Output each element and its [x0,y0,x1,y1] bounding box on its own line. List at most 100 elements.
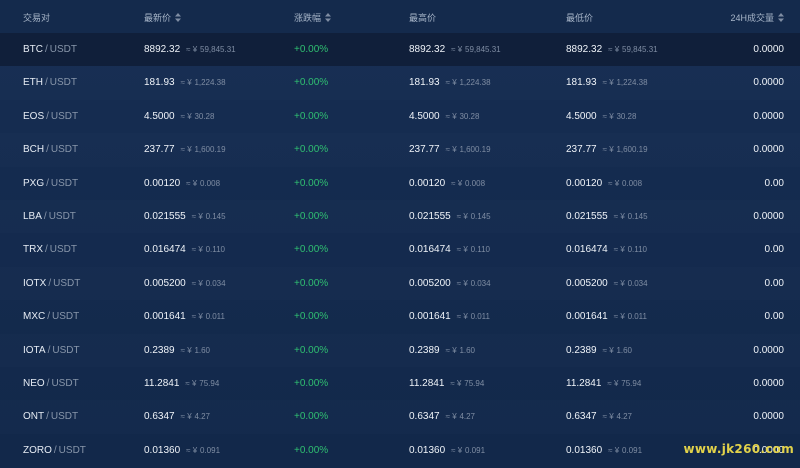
pair-base: IOTX [23,277,47,289]
pair-cell[interactable]: ETH / USDT [23,77,77,89]
header-last-price[interactable]: 最新价 [144,11,182,24]
volume-value: 0.0000 [753,411,784,423]
low-price: 0.00120 [566,177,603,189]
approx-symbol: ≈ ¥ [191,312,203,322]
pair-separator: / [46,377,50,389]
table-row[interactable]: ZORO / USDT 0.01360 ≈ ¥ 0.091 +0.00% 0.01360 ≈ … [0,434,800,467]
pair-separator: / [45,244,48,256]
high-price-cny: 1,224.38 [459,78,491,88]
low-price: 0.001641 [566,311,608,323]
pair-cell[interactable]: MXC / USDT [23,311,79,323]
low-price-cell: 0.005200 ≈ ¥ 0.034 [566,278,648,290]
last-price-cny: 4.27 [194,412,211,422]
table-row[interactable]: MXC / USDT 0.001641 ≈ ¥ 0.011 +0.00% 0.001641 ≈… [0,300,800,333]
high-price: 0.00120 [409,177,446,189]
pair-separator: / [45,44,48,55]
pair-quote: USDT [50,110,79,122]
pair-cell[interactable]: LBA / USDT [23,211,76,223]
pair-base: PXG [23,177,45,189]
volume-value: 0.0000 [753,44,784,55]
change-value: +0.00% [294,110,329,122]
last-price-cell: 11.2841 ≈ ¥ 75.94 [144,378,219,390]
last-price: 0.021555 [144,210,186,222]
pair-quote: USDT [49,77,78,89]
approx-symbol: ≈ ¥ [186,445,198,455]
pair-cell[interactable]: EOS / USDT [23,111,78,123]
high-price-cell: 11.2841 ≈ ¥ 75.94 [409,378,484,390]
low-price: 0.2389 [566,344,597,356]
high-price-cny: 0.034 [470,278,491,288]
approx-symbol: ≈ ¥ [186,178,198,188]
header-low: 最低价 [566,13,594,23]
pair-separator: / [43,210,47,222]
pair-base: ONT [23,411,45,423]
pair-separator: / [48,277,52,289]
pair-base: LBA [23,210,42,222]
table-row[interactable]: EOS / USDT 4.5000 ≈ ¥ 30.28 +0.00% 4.5000 ≈ ¥ 3… [0,100,800,133]
last-price: 181.93 [144,77,175,89]
pair-cell[interactable]: NEO / USDT [23,378,79,390]
pair-cell[interactable]: BCH / USDT [23,144,78,156]
last-price-cny: 1,224.38 [194,78,226,88]
low-price-cny: 75.94 [621,378,642,388]
table-row[interactable]: PXG / USDT 0.00120 ≈ ¥ 0.008 +0.00% 0.00120 ≈ ¥… [0,167,800,200]
table-row[interactable]: IOTA / USDT 0.2389 ≈ ¥ 1.60 +0.00% 0.2389 ≈ ¥ 1… [0,334,800,367]
low-price-cny: 0.011 [627,312,647,322]
header-volume[interactable]: 24H成交量 [730,11,784,24]
low-price-cell: 0.6347 ≈ ¥ 4.27 [566,411,632,423]
approx-symbol: ≈ ¥ [451,445,463,455]
table-header: 交易对 最新价 涨跌幅 最高价 最低价 24H成交量 [0,0,800,33]
approx-symbol: ≈ ¥ [602,345,614,355]
high-price-cell: 0.021555 ≈ ¥ 0.145 [409,211,491,223]
table-row[interactable]: IOTX / USDT 0.005200 ≈ ¥ 0.034 +0.00% 0.005200… [0,267,800,300]
high-price-cny: 0.008 [465,178,486,188]
table-row[interactable]: NEO / USDT 11.2841 ≈ ¥ 75.94 +0.00% 11.2841 ≈ ¥… [0,367,800,400]
pair-cell[interactable]: IOTA / USDT [23,345,80,357]
sort-icon[interactable] [175,13,182,23]
pair-quote: USDT [52,344,80,356]
sort-icon[interactable] [778,13,784,23]
low-price-cell: 11.2841 ≈ ¥ 75.94 [566,378,641,390]
high-price: 0.6347 [409,411,440,423]
approx-symbol: ≈ ¥ [613,245,625,255]
low-price: 0.005200 [566,277,608,289]
pair-cell[interactable]: TRX / USDT [23,244,77,256]
pair-quote: USDT [50,144,79,156]
pair-cell[interactable]: ONT / USDT [23,411,78,423]
table-row[interactable]: BCH / USDT 237.77 ≈ ¥ 1,600.19 +0.00% 237.77 ≈ … [0,133,800,166]
low-price: 181.93 [566,77,597,89]
table-row[interactable]: BTC / USDT 8892.32 ≈ ¥ 59,845.31 +0.00% 8892.3… [0,33,800,67]
pair-cell[interactable]: ZORO / USDT [23,445,86,457]
volume-value: 0.0000 [753,110,784,122]
pair-separator: / [46,110,49,122]
header-change[interactable]: 涨跌幅 [294,11,332,24]
change-value: +0.00% [294,411,329,423]
header-high: 最高价 [409,13,437,23]
sort-icon[interactable] [325,13,332,23]
last-price-cny: 1,600.19 [194,145,226,155]
high-price-cny: 0.145 [470,211,491,221]
low-price: 237.77 [566,144,597,156]
pair-cell[interactable]: IOTX / USDT [23,278,80,290]
table-row[interactable]: LBA / USDT 0.021555 ≈ ¥ 0.145 +0.00% 0.021555 ≈… [0,200,800,233]
low-price-cny: 0.008 [622,178,643,188]
approx-symbol: ≈ ¥ [602,412,614,422]
pair-quote: USDT [49,44,78,55]
approx-symbol: ≈ ¥ [180,412,192,422]
table-row[interactable]: TRX / USDT 0.016474 ≈ ¥ 0.110 +0.00% 0.016474 ≈… [0,233,800,266]
high-price-cny: 1.60 [459,345,476,355]
header-last-price-label: 最新价 [144,13,172,23]
change-value: +0.00% [294,377,329,389]
pair-cell[interactable]: PXG / USDT [23,178,78,190]
low-price-cny: 0.034 [627,278,648,288]
pair-separator: / [46,144,49,156]
high-price: 0.016474 [409,244,451,256]
low-price-cny: 0.091 [622,445,643,455]
high-price-cny: 1,600.19 [459,145,491,155]
table-row[interactable]: ETH / USDT 181.93 ≈ ¥ 1,224.38 +0.00% 181.93 ≈ … [0,66,800,99]
high-price-cell: 181.93 ≈ ¥ 1,224.38 [409,77,491,89]
table-row[interactable]: ONT / USDT 0.6347 ≈ ¥ 4.27 +0.00% 0.6347 ≈ ¥ 4.… [0,400,800,433]
pair-base: TRX [23,244,43,256]
pair-cell[interactable]: BTC / USDT [23,44,77,56]
change-value: +0.00% [294,344,329,356]
